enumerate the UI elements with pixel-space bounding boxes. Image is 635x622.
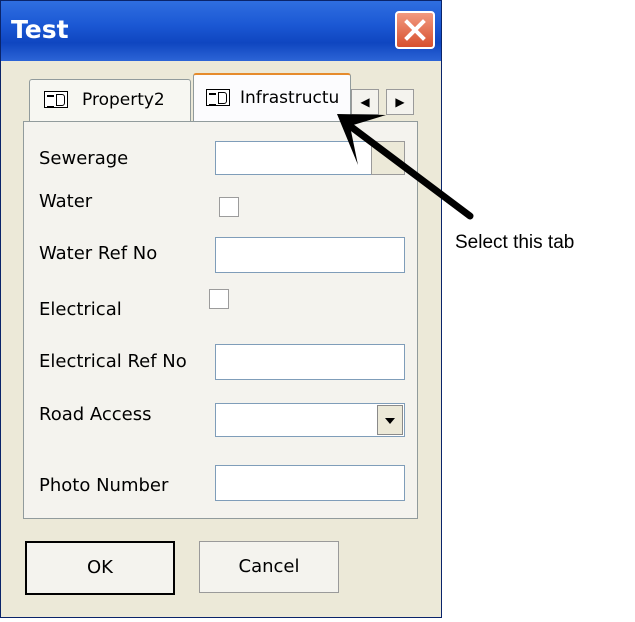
arrow-icon	[337, 114, 474, 220]
annotation-text: Select this tab	[455, 232, 575, 253]
